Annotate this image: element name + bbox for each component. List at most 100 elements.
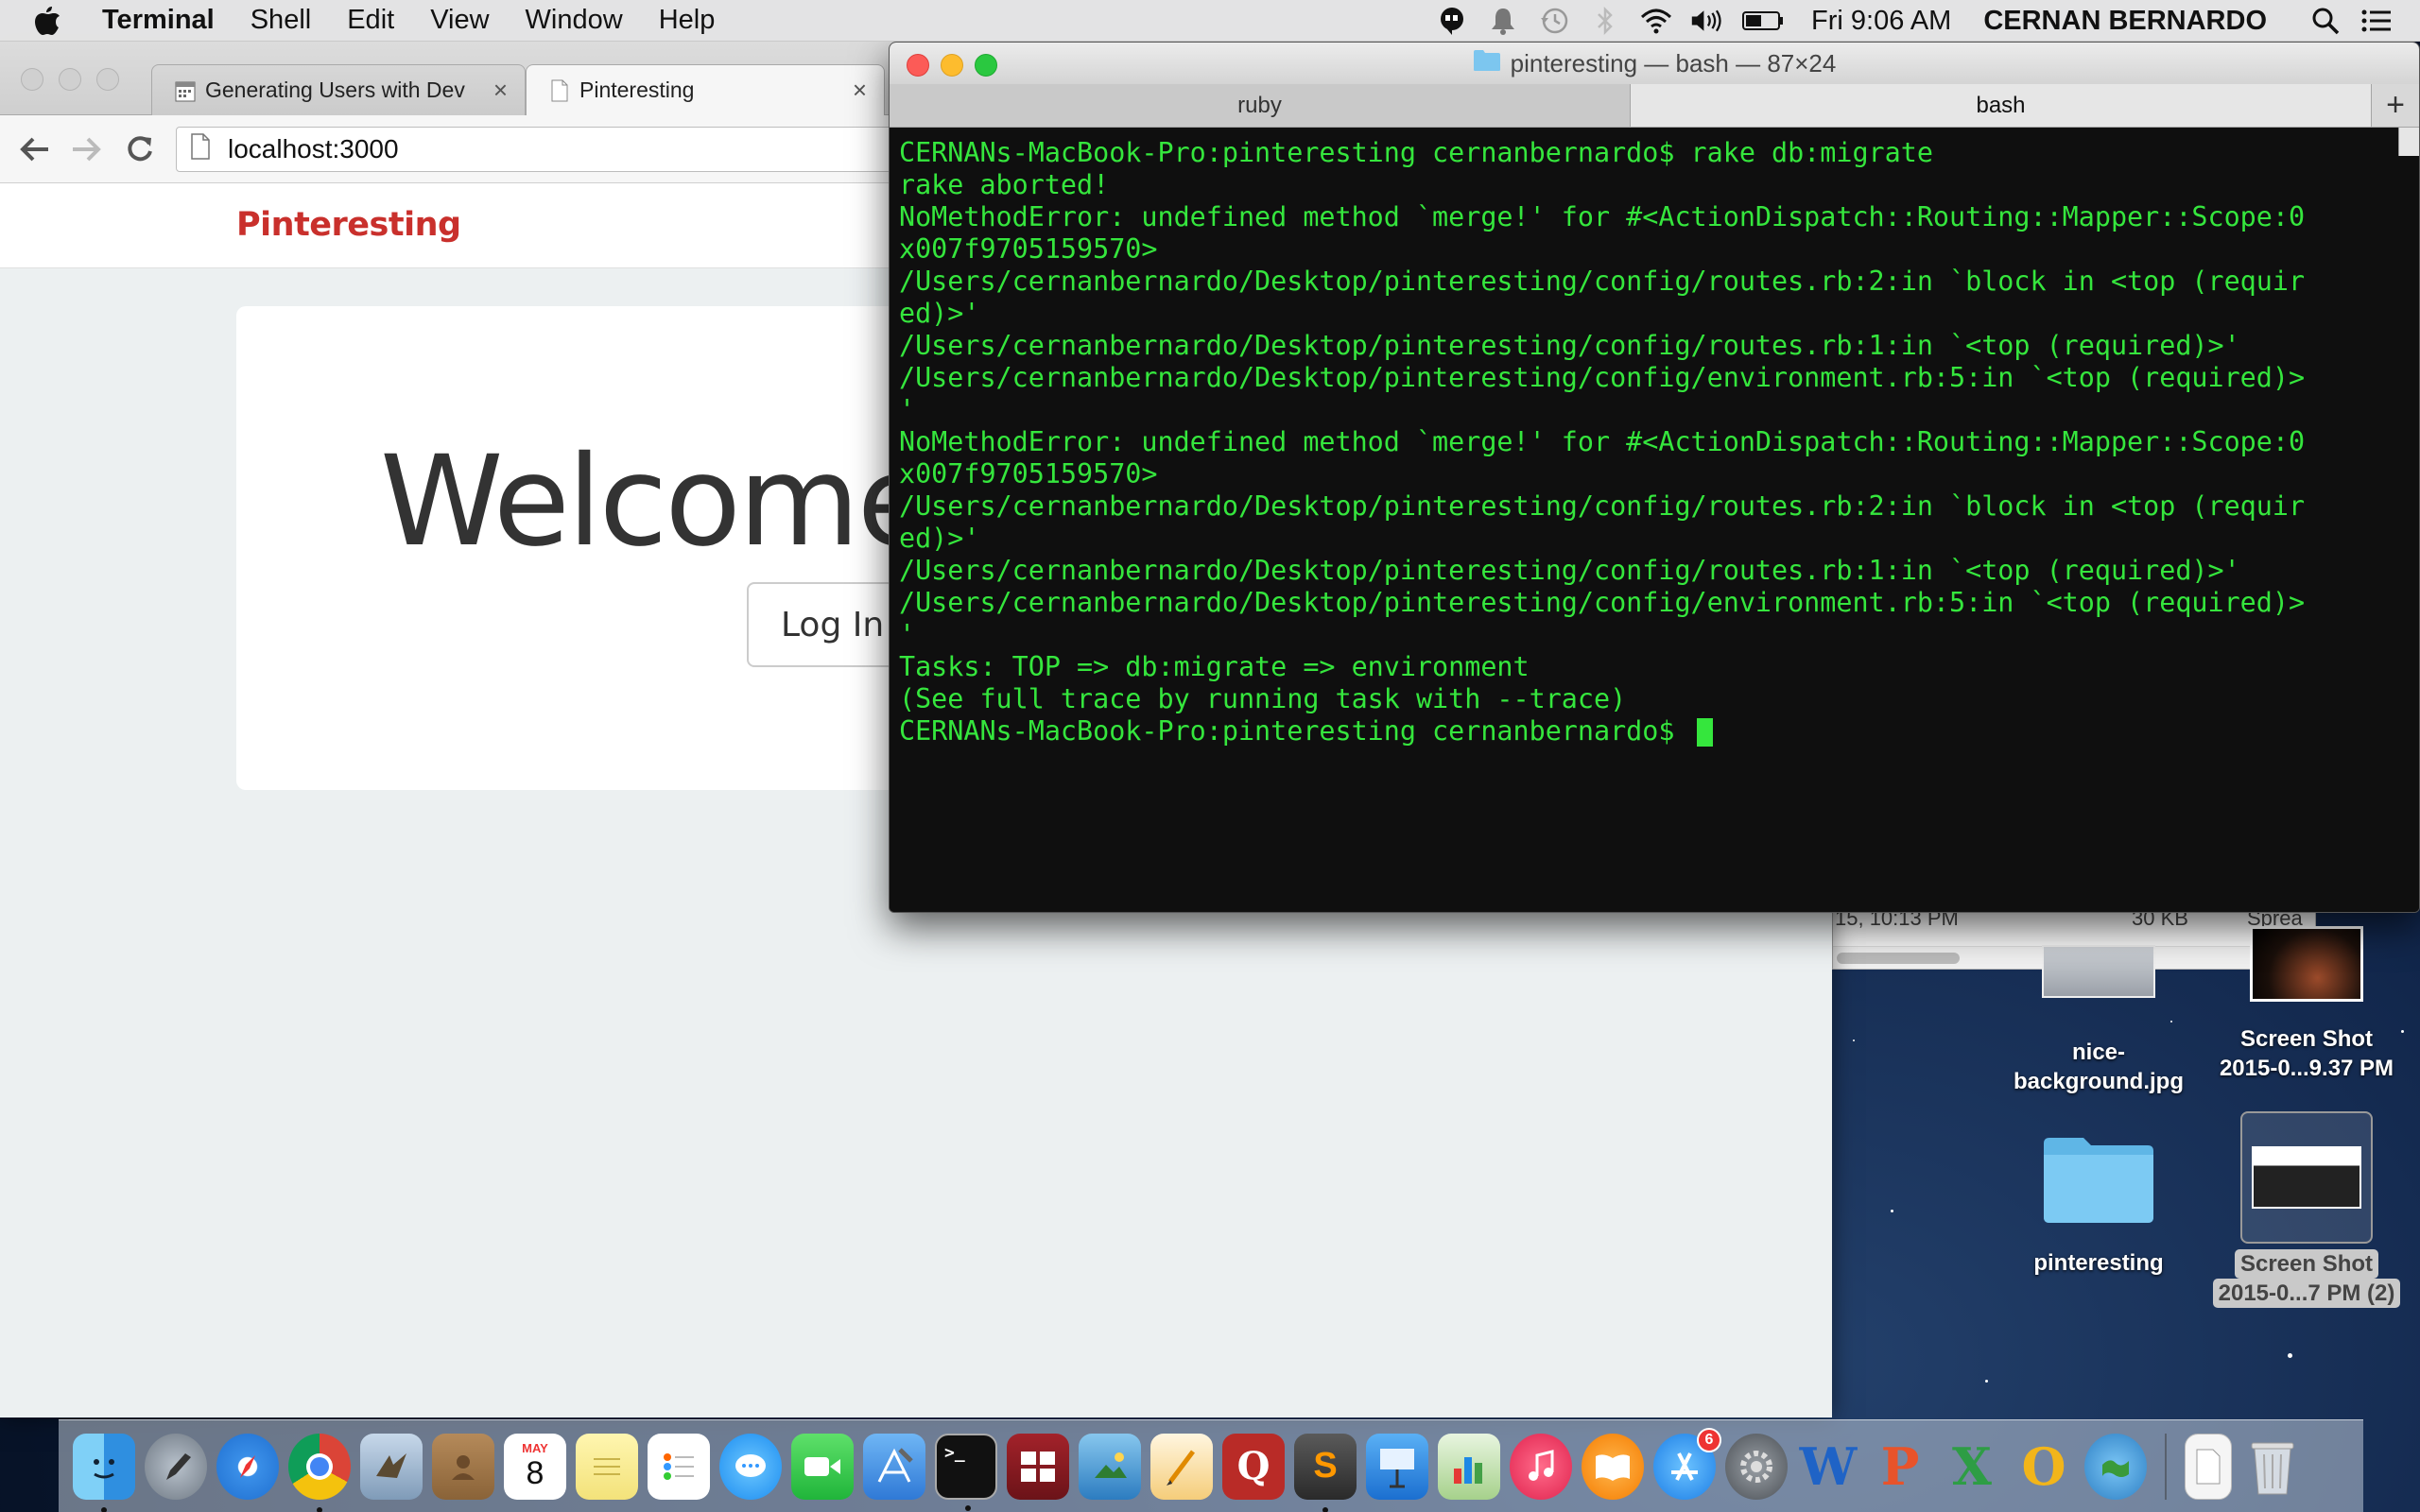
wifi-icon[interactable] xyxy=(1639,7,1673,35)
dock: MAY 8 >_ Q S 6 W P X O xyxy=(59,1419,2363,1512)
browser-tab-pinteresting[interactable]: Pinteresting × xyxy=(526,64,885,115)
menu-view[interactable]: View xyxy=(430,5,489,36)
menu-shell[interactable]: Shell xyxy=(251,5,312,36)
dock-xcode-icon[interactable] xyxy=(863,1433,925,1500)
menubar-user-name[interactable]: CERNAN BERNARDO xyxy=(1983,6,2267,37)
desktop-icon-label: pinteresting xyxy=(2033,1250,2164,1276)
terminal-titlebar[interactable]: pinteresting — bash — 87×24 xyxy=(890,43,2419,84)
battery-icon[interactable] xyxy=(1741,7,1785,35)
dock-calendar-icon[interactable]: MAY 8 xyxy=(504,1433,566,1500)
menu-bar: Terminal Shell Edit View Window Help Fri… xyxy=(0,0,2420,42)
page-favicon-icon xyxy=(549,79,570,102)
window-minimize-button[interactable] xyxy=(941,54,963,77)
window-close-button[interactable] xyxy=(907,54,929,77)
desktop-icon-screen-shot-1[interactable]: Screen Shot 2015-0...9.37 PM xyxy=(2203,926,2411,1083)
new-tab-button[interactable]: + xyxy=(2372,84,2419,127)
terminal-output[interactable]: CERNANs-MacBook-Pro:pinteresting cernanb… xyxy=(890,128,2419,912)
dock-pages-icon[interactable] xyxy=(1150,1433,1213,1500)
dock-powerpoint-icon[interactable]: P xyxy=(1869,1434,1931,1500)
tab-close-icon[interactable]: × xyxy=(493,76,508,105)
dock-app-store-icon[interactable]: 6 xyxy=(1653,1427,1721,1500)
menu-window[interactable]: Window xyxy=(526,5,623,36)
time-machine-icon[interactable] xyxy=(1537,7,1571,35)
terminal-prompt: CERNANs-MacBook-Pro:pinteresting cernanb… xyxy=(899,715,1691,747)
dock-photo-booth-icon[interactable] xyxy=(1007,1433,1069,1500)
dock-contacts-icon[interactable] xyxy=(432,1433,494,1500)
dock-messages-icon[interactable] xyxy=(719,1433,782,1500)
window-minimize-button[interactable] xyxy=(59,68,81,91)
menu-help[interactable]: Help xyxy=(659,5,716,36)
terminal-line: ed)>' xyxy=(899,523,980,554)
dock-excel-icon[interactable]: X xyxy=(1941,1434,2003,1500)
desktop-icon-label: Screen Shot xyxy=(2239,1026,2374,1052)
dock-mail-icon[interactable] xyxy=(360,1433,423,1500)
window-zoom-button[interactable] xyxy=(975,54,997,77)
finder-scroll-thumb[interactable] xyxy=(1837,953,1960,964)
terminal-line: ed)>' xyxy=(899,298,980,329)
dock-keynote-icon[interactable] xyxy=(1366,1433,1428,1500)
dock-iphoto-icon[interactable] xyxy=(1079,1433,1141,1500)
terminal-prompt-glyph: >_ xyxy=(944,1442,965,1463)
desktop-icon-nice-background[interactable]: nice- background.jpg xyxy=(1995,945,2203,1096)
dock-system-preferences-icon[interactable] xyxy=(1725,1433,1788,1500)
desktop-icon-screen-shot-2[interactable]: Screen Shot 2015-0...7 PM (2) xyxy=(2203,1111,2411,1308)
bluetooth-icon[interactable] xyxy=(1588,7,1622,35)
menu-app-name[interactable]: Terminal xyxy=(102,5,215,36)
dock-itunes-icon[interactable] xyxy=(1510,1433,1572,1500)
screenshot-thumbnail-icon xyxy=(2250,926,2363,1002)
dock-numbers-icon[interactable] xyxy=(1438,1433,1500,1500)
spotlight-search-icon[interactable] xyxy=(2308,7,2342,35)
terminal-line: x007f9705159570> xyxy=(899,233,1158,265)
dock-word-icon[interactable]: W xyxy=(1797,1434,1859,1500)
menu-edit[interactable]: Edit xyxy=(347,5,394,36)
dock-documents-stack-icon[interactable] xyxy=(2185,1433,2232,1500)
screenshot-thumbnail-icon xyxy=(2240,1111,2373,1244)
dock-ibooks-icon[interactable] xyxy=(1582,1433,1644,1500)
dock-facetime-icon[interactable] xyxy=(791,1433,854,1500)
dock-notes-icon[interactable] xyxy=(576,1433,638,1500)
volume-icon[interactable] xyxy=(1690,7,1724,35)
notification-bell-icon[interactable] xyxy=(1486,7,1520,35)
menubar-clock[interactable]: Fri 9:06 AM xyxy=(1811,6,1951,37)
dock-separator xyxy=(2165,1433,2167,1500)
hangouts-icon[interactable] xyxy=(1435,7,1469,35)
dock-reminders-icon[interactable] xyxy=(648,1433,710,1500)
reload-button[interactable] xyxy=(119,129,161,170)
reload-icon xyxy=(128,136,152,162)
dock-launchpad-icon[interactable] xyxy=(145,1433,207,1500)
notification-center-icon[interactable] xyxy=(2360,7,2394,35)
terminal-tab-bash[interactable]: bash xyxy=(1631,84,2372,127)
forward-button[interactable] xyxy=(66,129,108,170)
dock-safari-icon[interactable] xyxy=(216,1433,279,1500)
terminal-line: /Users/cernanbernardo/Desktop/pinteresti… xyxy=(899,587,2306,618)
desktop-icon-pinteresting-folder[interactable]: pinteresting xyxy=(1995,1130,2203,1278)
terminal-line: /Users/cernanbernardo/Desktop/pinteresti… xyxy=(899,490,2306,522)
terminal-tab-ruby[interactable]: ruby xyxy=(890,84,1631,127)
dock-finder-icon[interactable] xyxy=(73,1433,135,1512)
back-button[interactable] xyxy=(13,129,55,170)
window-close-button[interactable] xyxy=(21,68,43,91)
dock-trash-icon[interactable] xyxy=(2241,1434,2304,1500)
apple-menu-icon[interactable] xyxy=(34,6,72,36)
terminal-line: ' xyxy=(899,394,916,425)
forward-arrow-icon xyxy=(73,137,101,162)
star xyxy=(1985,1380,1988,1383)
terminal-prompt-line[interactable]: CERNANs-MacBook-Pro:pinteresting cernanb… xyxy=(899,715,2419,747)
page-icon xyxy=(190,132,211,166)
terminal-scroll-button[interactable] xyxy=(2398,128,2419,156)
folder-icon xyxy=(1473,49,1501,78)
dock-network-globe-icon[interactable] xyxy=(2084,1433,2147,1500)
dock-sublime-text-icon[interactable]: S xyxy=(1294,1433,1357,1512)
terminal-line: NoMethodError: undefined method `merge!'… xyxy=(899,426,2306,457)
terminal-line: /Users/cernanbernardo/Desktop/pinteresti… xyxy=(899,362,2306,393)
terminal-window[interactable]: pinteresting — bash — 87×24 ruby bash + … xyxy=(889,42,2420,913)
dock-outlook-icon[interactable]: O xyxy=(2013,1434,2075,1500)
dock-chrome-icon[interactable] xyxy=(288,1433,351,1512)
terminal-line: /Users/cernanbernardo/Desktop/pinteresti… xyxy=(899,330,2240,361)
tab-close-icon[interactable]: × xyxy=(853,76,867,105)
window-zoom-button[interactable] xyxy=(96,68,119,91)
dock-quora-icon[interactable]: Q xyxy=(1222,1433,1285,1500)
dock-terminal-icon[interactable]: >_ xyxy=(935,1433,997,1511)
browser-tab-generating-users[interactable]: Generating Users with Dev × xyxy=(151,64,526,115)
site-brand-link[interactable]: Pinteresting xyxy=(236,206,461,244)
